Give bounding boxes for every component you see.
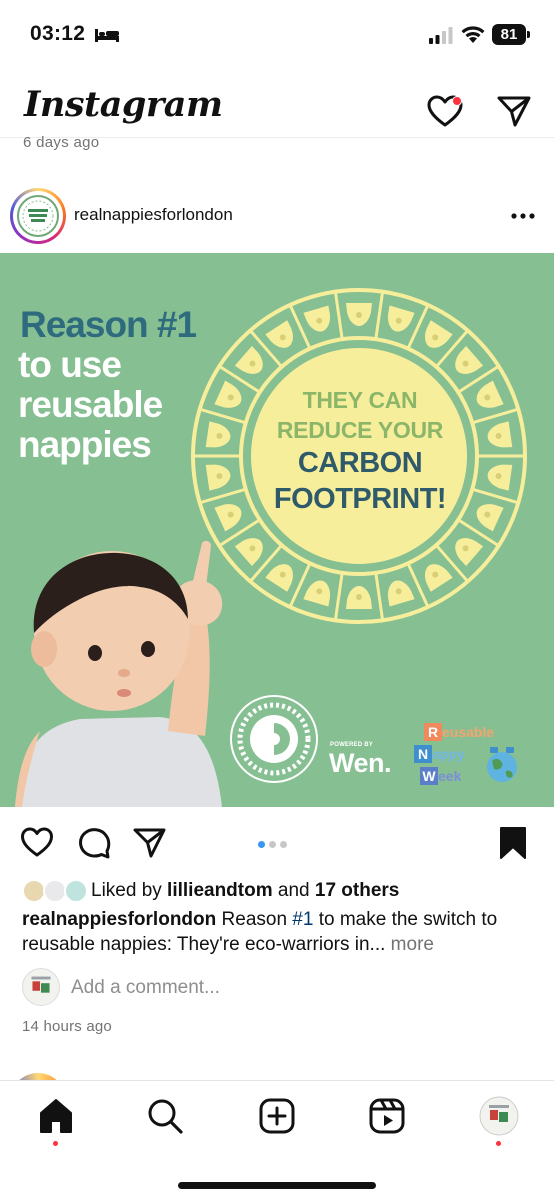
circle-line-3: CARBON (297, 447, 423, 479)
save-bookmark-icon[interactable] (498, 826, 528, 860)
image-title: Reason #1 (20, 304, 197, 345)
like-icon[interactable] (20, 826, 54, 858)
circle-line-2: REDUCE YOUR (276, 417, 444, 443)
comment-input[interactable]: Add a comment... (71, 977, 220, 999)
post-actions (0, 822, 554, 868)
profile-notification-dot (496, 1141, 501, 1146)
bed-icon (95, 29, 119, 42)
profile-avatar[interactable] (479, 1096, 519, 1136)
circle-message: THEY CAN REDUCE YOUR CARBON FOOTPRINT! (240, 385, 480, 517)
home-indicator (178, 1182, 376, 1189)
reels-icon[interactable] (368, 1097, 406, 1135)
previous-post-timestamp: 6 days ago (23, 134, 100, 151)
battery-icon: 81 (492, 24, 530, 45)
baby-pointing-illustration (15, 541, 223, 807)
direct-message-icon[interactable] (496, 94, 532, 128)
carousel-indicator (258, 835, 291, 853)
liked-by-user[interactable]: lillieandtom (167, 880, 273, 901)
app-header: Instagram (0, 72, 554, 138)
wen-logo: Wen. (329, 748, 392, 778)
rnw-letter-r: R (424, 723, 442, 741)
post-timestamp: 14 hours ago (22, 1018, 112, 1035)
post-caption: realnappiesforlondon Reason #1 to make t… (22, 909, 498, 955)
current-user-avatar (22, 968, 60, 1006)
carousel-dot (269, 841, 276, 848)
globe-icon (487, 747, 517, 782)
caption-more-link[interactable]: more (385, 934, 434, 955)
rnw-word-nappy: appy (432, 746, 465, 762)
carousel-dot (258, 841, 265, 848)
instagram-logo[interactable]: Instagram (24, 84, 223, 125)
rnw-letter-w: W (420, 767, 438, 785)
real-nappies-for-london-logo-icon (230, 695, 318, 783)
caption-username[interactable]: realnappiesforlondon (22, 909, 216, 930)
search-icon[interactable] (146, 1097, 184, 1135)
post-username[interactable]: realnappiesforlondon (74, 205, 233, 225)
more-options-icon[interactable] (508, 206, 538, 226)
notification-dot (452, 96, 462, 106)
status-time: 03:12 (30, 22, 86, 45)
likes-text[interactable]: Liked by lillieandtom and 17 others (91, 880, 399, 902)
post-avatar[interactable] (10, 188, 66, 244)
rnw-word-reusable: eusable (442, 724, 495, 740)
post-header: realnappiesforlondon (0, 186, 554, 252)
post-image[interactable]: Reason #1 to use reusable nappies THEY C… (0, 253, 554, 807)
carousel-dot (280, 841, 287, 848)
rnw-letter-n: N (414, 745, 432, 763)
comment-icon[interactable] (77, 826, 111, 860)
reusable-nappy-week-logo: R eusable N appy W eek (414, 723, 524, 793)
home-notification-dot (53, 1141, 58, 1146)
caption-hashtag[interactable]: #1 (292, 909, 313, 930)
share-icon[interactable] (133, 827, 167, 859)
add-comment-row[interactable]: Add a comment... (22, 968, 532, 1008)
bottom-navigation (0, 1080, 554, 1200)
rnw-word-week: eek (438, 768, 462, 784)
wifi-icon (461, 26, 485, 43)
status-bar: 03:12 81 (0, 0, 554, 72)
cellular-signal-icon (429, 27, 453, 44)
liked-by-others[interactable]: 17 others (315, 880, 399, 901)
create-icon[interactable] (258, 1097, 296, 1135)
liker-avatar (64, 879, 88, 903)
circle-line-4: FOOTPRINT! (273, 483, 447, 515)
real-nappies-logo-icon (17, 195, 59, 237)
circle-line-1: THEY CAN (302, 387, 418, 413)
home-icon[interactable] (37, 1097, 75, 1135)
